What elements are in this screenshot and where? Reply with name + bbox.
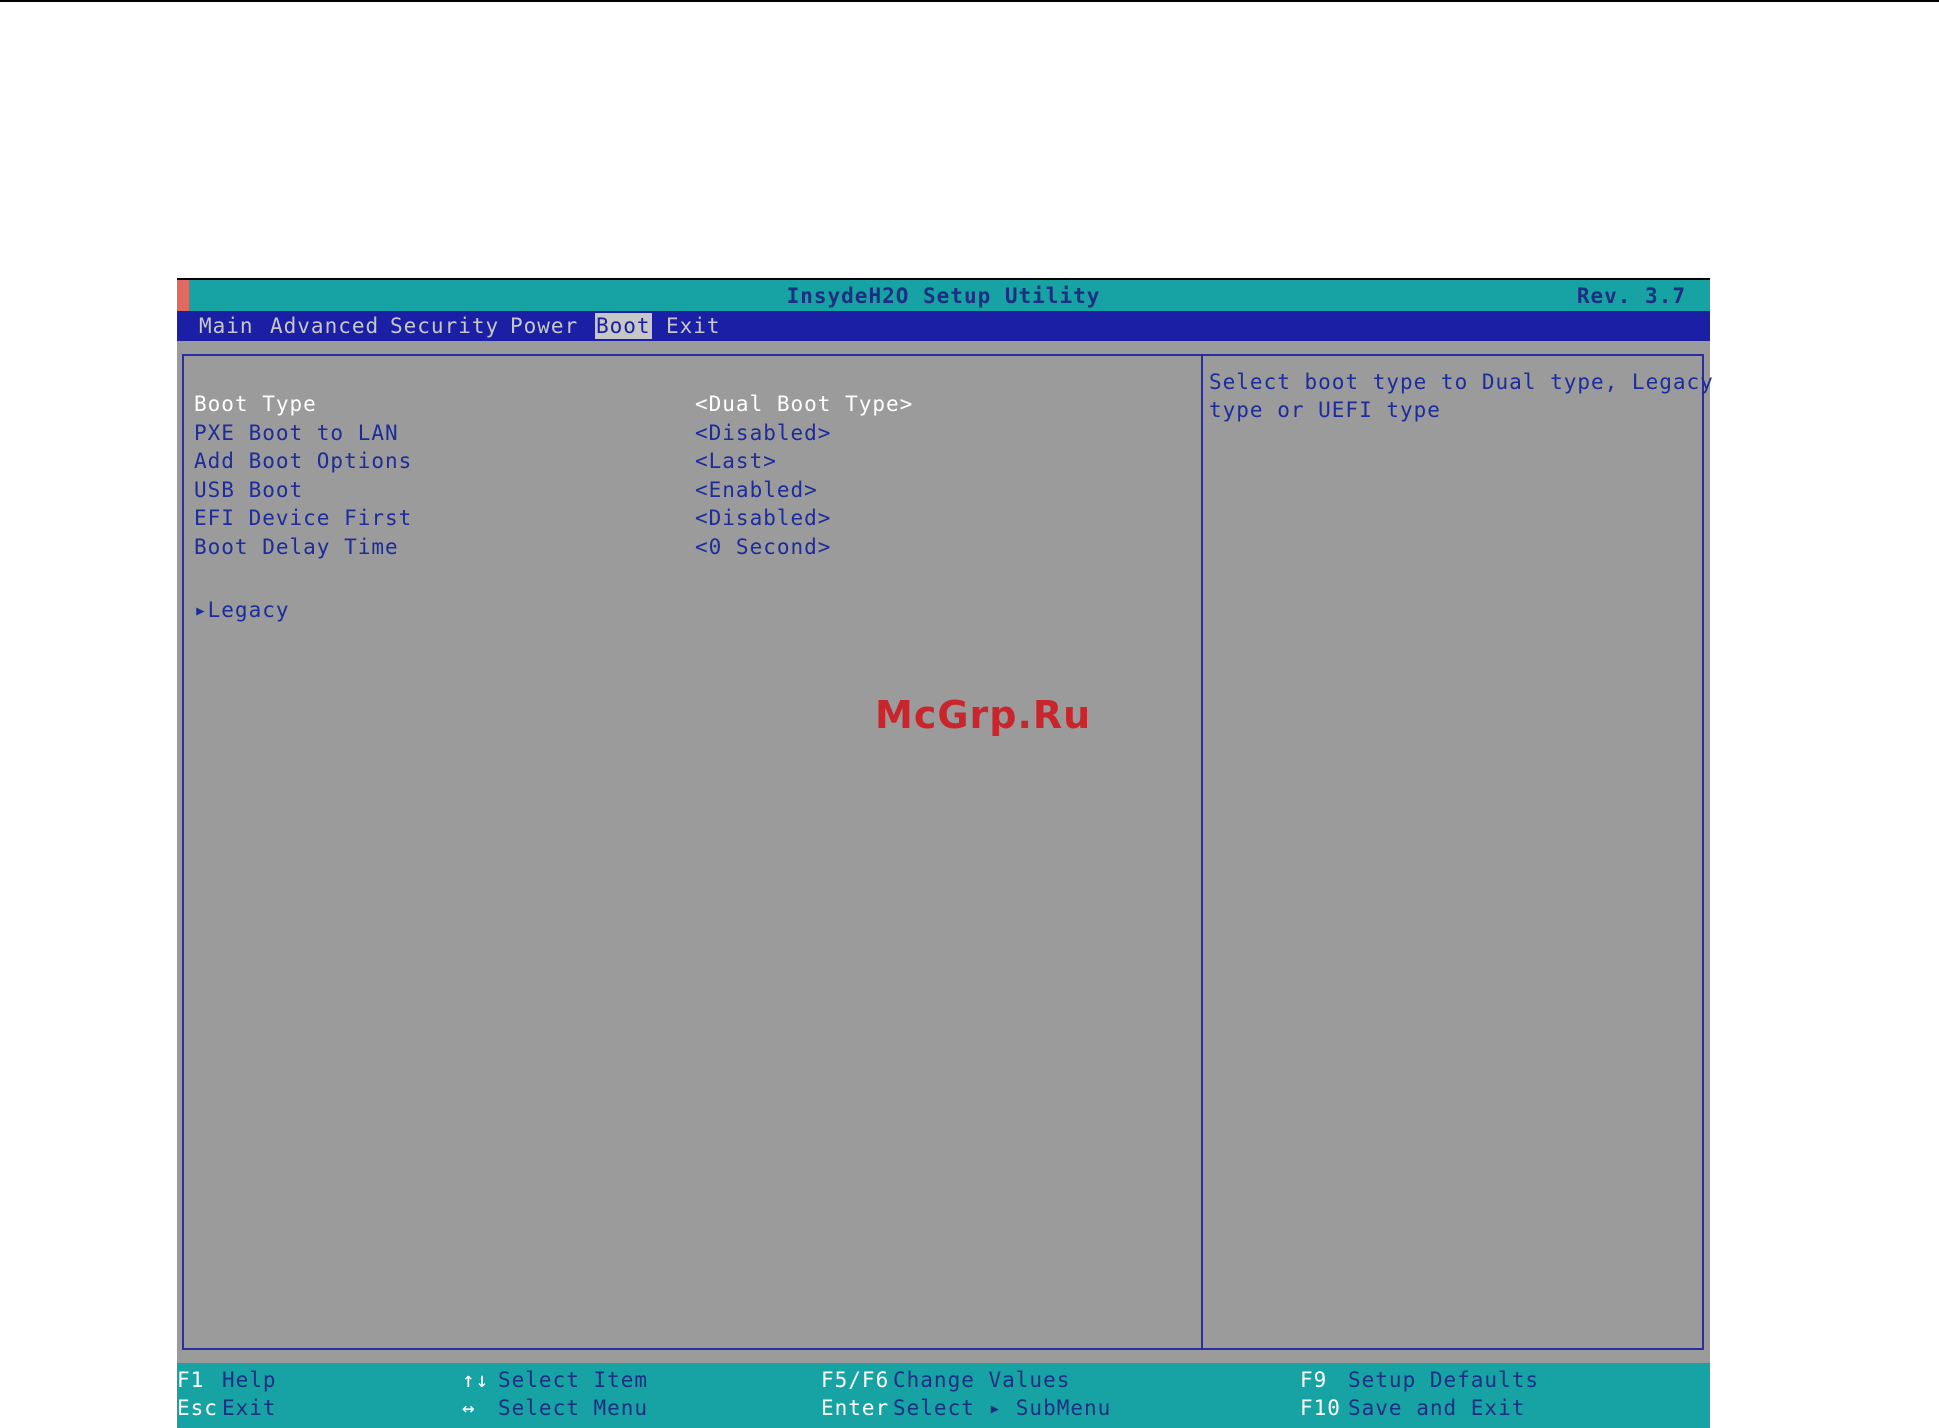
f1-desc: Help (222, 1368, 277, 1392)
bios-screen: InsydeH2O Setup Utility Rev. 3.7 Main Ad… (177, 278, 1713, 1428)
submenu-legacy[interactable]: ▸Legacy (194, 598, 290, 622)
f9-key: F9 (1300, 1368, 1328, 1392)
help-panel: Select boot type to Dual type, Legacy ty… (1201, 354, 1713, 1350)
setting-label-add-boot-options[interactable]: Add Boot Options (194, 449, 412, 473)
setting-label-efi-device-first[interactable]: EFI Device First (194, 506, 412, 530)
setting-label-usb-boot[interactable]: USB Boot (194, 478, 303, 502)
setting-value-efi-device-first[interactable]: <Disabled> (695, 506, 831, 530)
revision-label: Rev. 3.7 (1576, 284, 1686, 308)
left-right-arrows-icon: ↔ (462, 1396, 476, 1420)
tab-exit[interactable]: Exit (665, 313, 722, 339)
setup-defaults-desc: Setup Defaults (1348, 1368, 1540, 1392)
setting-label-boot-delay-time[interactable]: Boot Delay Time (194, 535, 399, 559)
setting-value-add-boot-options[interactable]: <Last> (695, 449, 777, 473)
up-down-arrows-icon: ↑↓ (462, 1368, 490, 1392)
title-bar: InsydeH2O Setup Utility Rev. 3.7 (177, 278, 1710, 311)
menu-bar: Main Advanced Security Power Boot Exit (177, 311, 1710, 341)
watermark: McGrp.Ru (875, 693, 1092, 737)
tab-advanced[interactable]: Advanced (269, 313, 380, 339)
change-values-desc: Change Values (893, 1368, 1071, 1392)
f5f6-key: F5/F6 (821, 1368, 890, 1392)
enter-key: Enter (821, 1396, 890, 1420)
setting-value-boot-type[interactable]: <Dual Boot Type> (695, 392, 913, 416)
tab-power[interactable]: Power (509, 313, 579, 339)
select-menu-desc: Select Menu (498, 1396, 649, 1420)
esc-key: Esc (177, 1396, 218, 1420)
app-title: InsydeH2O Setup Utility (786, 284, 1101, 308)
select-submenu-desc: Select ▸ SubMenu (893, 1396, 1112, 1420)
esc-desc: Exit (222, 1396, 277, 1420)
key-legend: F1 Help Esc Exit ↑↓ Select Item ↔ Select… (177, 1363, 1710, 1428)
help-text-line-1: Select boot type to Dual type, Legacy (1209, 370, 1714, 394)
setting-value-usb-boot[interactable]: <Enabled> (695, 478, 818, 502)
tab-main[interactable]: Main (198, 313, 255, 339)
settings-panel: Boot Type <Dual Boot Type> PXE Boot to L… (182, 354, 1203, 1350)
top-rule (0, 0, 1939, 2)
setting-label-pxe-boot[interactable]: PXE Boot to LAN (194, 421, 399, 445)
f1-key: F1 (177, 1368, 205, 1392)
setting-value-boot-delay-time[interactable]: <0 Second> (695, 535, 831, 559)
f10-key: F10 (1300, 1396, 1341, 1420)
select-item-desc: Select Item (498, 1368, 649, 1392)
save-and-exit-desc: Save and Exit (1348, 1396, 1526, 1420)
setting-label-boot-type[interactable]: Boot Type (194, 392, 317, 416)
setting-value-pxe-boot[interactable]: <Disabled> (695, 421, 831, 445)
help-text-line-2: type or UEFI type (1209, 398, 1441, 422)
tab-security[interactable]: Security (389, 313, 500, 339)
tab-boot[interactable]: Boot (595, 313, 652, 339)
